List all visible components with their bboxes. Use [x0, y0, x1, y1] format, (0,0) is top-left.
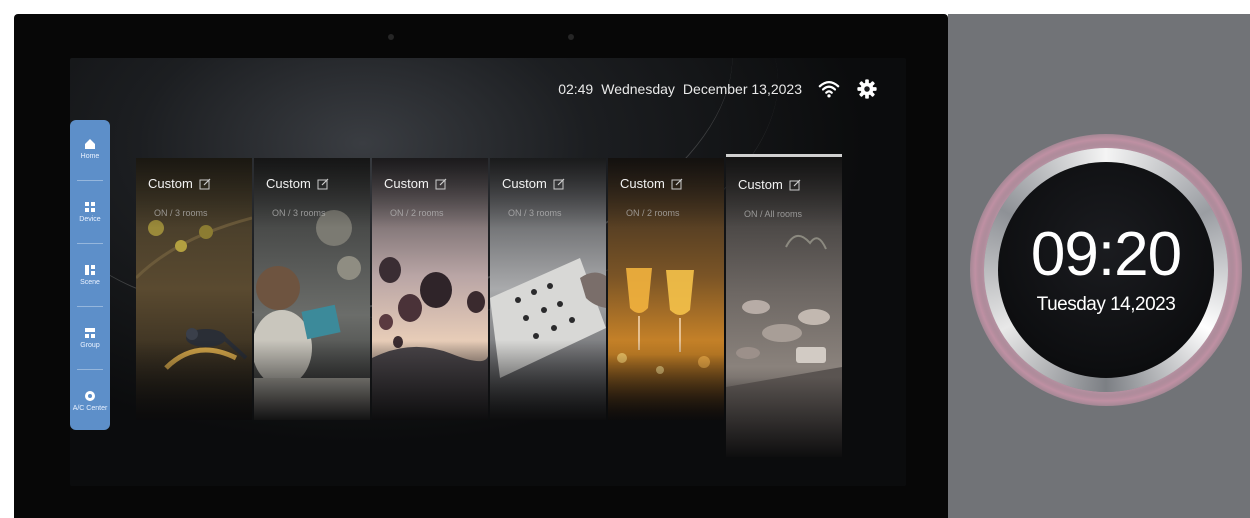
sidebar-divider [77, 369, 103, 370]
edit-icon[interactable] [553, 178, 565, 190]
sidebar-divider [77, 243, 103, 244]
edit-icon[interactable] [789, 179, 801, 191]
edit-icon[interactable] [435, 178, 447, 190]
camera-dot [388, 34, 394, 40]
status-date: December 13,2023 [682, 81, 802, 97]
sidebar-item-label: Device [79, 216, 101, 223]
card-header: Custom [148, 176, 211, 191]
card-title: Custom [384, 176, 429, 191]
sidebar-item-label: A/C Center [72, 405, 108, 412]
scene-card-list: Custom ON / 3 rooms Custom ON / 3 rooms … [136, 154, 842, 461]
card-bottom-fade [136, 340, 252, 420]
card-subtitle: ON / 2 rooms [626, 208, 680, 218]
sidebar-item-label: Home [80, 153, 100, 160]
scene-icon [85, 265, 95, 275]
status-datetime: 02:49 Wednesday December 13,2023 [558, 81, 802, 97]
sidebar-nav: Home Device Scene Group A/C Center [70, 120, 110, 430]
sidebar-divider [77, 306, 103, 307]
sidebar-item-home[interactable]: Home [72, 138, 108, 160]
scene-card[interactable]: Custom ON / 2 rooms [372, 158, 488, 420]
card-subtitle: ON / All rooms [744, 209, 803, 219]
card-bottom-fade [254, 340, 370, 420]
edit-icon[interactable] [671, 178, 683, 190]
sidebar-item-label: Scene [80, 279, 100, 286]
sidebar-item-ac-center[interactable]: A/C Center [72, 390, 108, 412]
rotary-knob[interactable]: 09:20 Tuesday 14,2023 [984, 148, 1228, 392]
edit-icon[interactable] [317, 178, 329, 190]
knob-date: Tuesday 14,2023 [1036, 294, 1176, 315]
card-subtitle: ON / 3 rooms [508, 208, 562, 218]
knob-display: 09:20 Tuesday 14,2023 [998, 162, 1214, 378]
wifi-icon[interactable] [818, 78, 840, 100]
card-subtitle: ON / 2 rooms [390, 208, 444, 218]
sensor-dot [568, 34, 574, 40]
home-icon [85, 139, 95, 149]
sidebar-divider [77, 180, 103, 181]
scene-card[interactable]: Custom ON / 2 rooms [608, 158, 724, 420]
edit-icon[interactable] [199, 178, 211, 190]
wall-panel: 09:20 Tuesday 14,2023 [948, 14, 1250, 518]
sidebar-item-scene[interactable]: Scene [72, 264, 108, 286]
scene-card-selected[interactable]: Custom ON / All rooms [726, 154, 842, 457]
sidebar-item-group[interactable]: Group [72, 327, 108, 349]
card-header: Custom [502, 176, 565, 191]
tablet-screen: 02:49 Wednesday December 13,2023 Home De… [70, 58, 906, 486]
scene-card[interactable]: Custom ON / 3 rooms [490, 158, 606, 420]
group-icon [85, 328, 95, 338]
status-bar: 02:49 Wednesday December 13,2023 [558, 78, 878, 100]
status-time: 02:49 [558, 81, 594, 97]
card-title: Custom [620, 176, 665, 191]
gear-icon[interactable] [856, 78, 878, 100]
card-bottom-fade [726, 377, 842, 457]
card-header: Custom [266, 176, 329, 191]
sidebar-item-device[interactable]: Device [72, 201, 108, 223]
card-header: Custom [620, 176, 683, 191]
ac-icon [85, 391, 95, 401]
device-icon [85, 202, 95, 212]
card-bottom-fade [608, 340, 724, 420]
card-title: Custom [738, 177, 783, 192]
card-bottom-fade [372, 340, 488, 420]
card-title: Custom [266, 176, 311, 191]
card-subtitle: ON / 3 rooms [154, 208, 208, 218]
card-subtitle: ON / 3 rooms [272, 208, 326, 218]
card-bottom-fade [490, 340, 606, 420]
tablet-device: 02:49 Wednesday December 13,2023 Home De… [14, 14, 948, 518]
scene-card[interactable]: Custom ON / 3 rooms [254, 158, 370, 420]
card-title: Custom [148, 176, 193, 191]
card-header: Custom [738, 177, 801, 192]
card-title: Custom [502, 176, 547, 191]
card-header: Custom [384, 176, 447, 191]
sidebar-item-label: Group [80, 342, 100, 349]
status-day: Wednesday [601, 81, 675, 97]
knob-time: 09:20 [1030, 220, 1182, 289]
scene-card[interactable]: Custom ON / 3 rooms [136, 158, 252, 420]
